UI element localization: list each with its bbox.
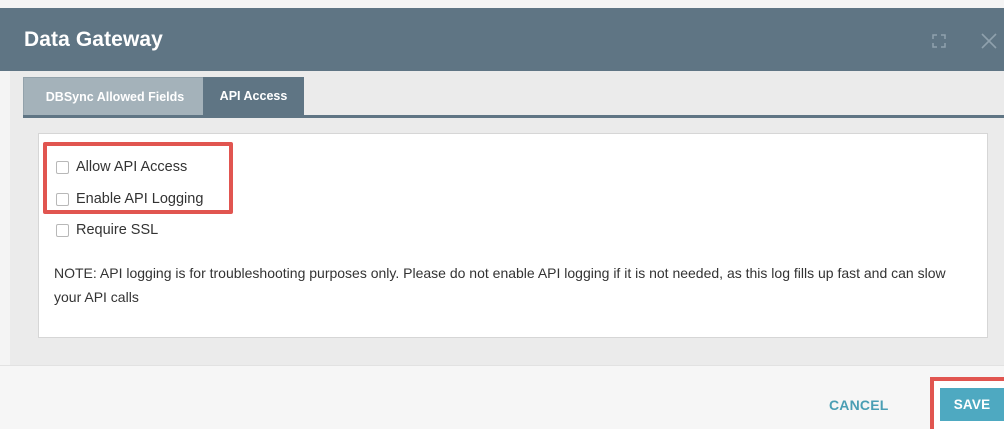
enable-api-logging-label: Enable API Logging: [76, 191, 204, 207]
cancel-button[interactable]: CANCEL: [829, 397, 889, 413]
api-access-panel: Allow API Access Enable API Logging Requ…: [38, 133, 988, 338]
dialog-content: DBSync Allowed Fields API Access Allow A…: [10, 71, 1004, 365]
require-ssl-checkbox[interactable]: [56, 223, 69, 237]
allow-api-access-label: Allow API Access: [76, 159, 188, 175]
tab-dbsync-allowed-fields[interactable]: DBSync Allowed Fields: [23, 77, 207, 115]
enable-api-logging-checkbox[interactable]: [56, 192, 69, 206]
data-gateway-dialog: Data Gateway DBSync Allowed Fields API A…: [0, 0, 1004, 429]
dialog-title: Data Gateway: [24, 28, 163, 51]
tab-api-access[interactable]: API Access: [203, 77, 304, 115]
enable-api-logging-option[interactable]: Enable API Logging: [56, 189, 203, 209]
save-button[interactable]: SAVE: [940, 388, 1004, 421]
tab-underline: [23, 115, 1004, 118]
require-ssl-label: Require SSL: [76, 222, 159, 238]
require-ssl-option[interactable]: Require SSL: [56, 220, 158, 240]
allow-api-access-option[interactable]: Allow API Access: [56, 157, 187, 177]
close-icon[interactable]: [979, 31, 999, 51]
allow-api-access-checkbox[interactable]: [56, 160, 69, 174]
dialog-titlebar: Data Gateway: [0, 8, 1004, 71]
maximize-icon[interactable]: [932, 34, 946, 48]
dialog-footer: CANCEL SAVE: [0, 365, 1004, 429]
api-logging-note: NOTE: API logging is for troubleshooting…: [54, 265, 946, 305]
